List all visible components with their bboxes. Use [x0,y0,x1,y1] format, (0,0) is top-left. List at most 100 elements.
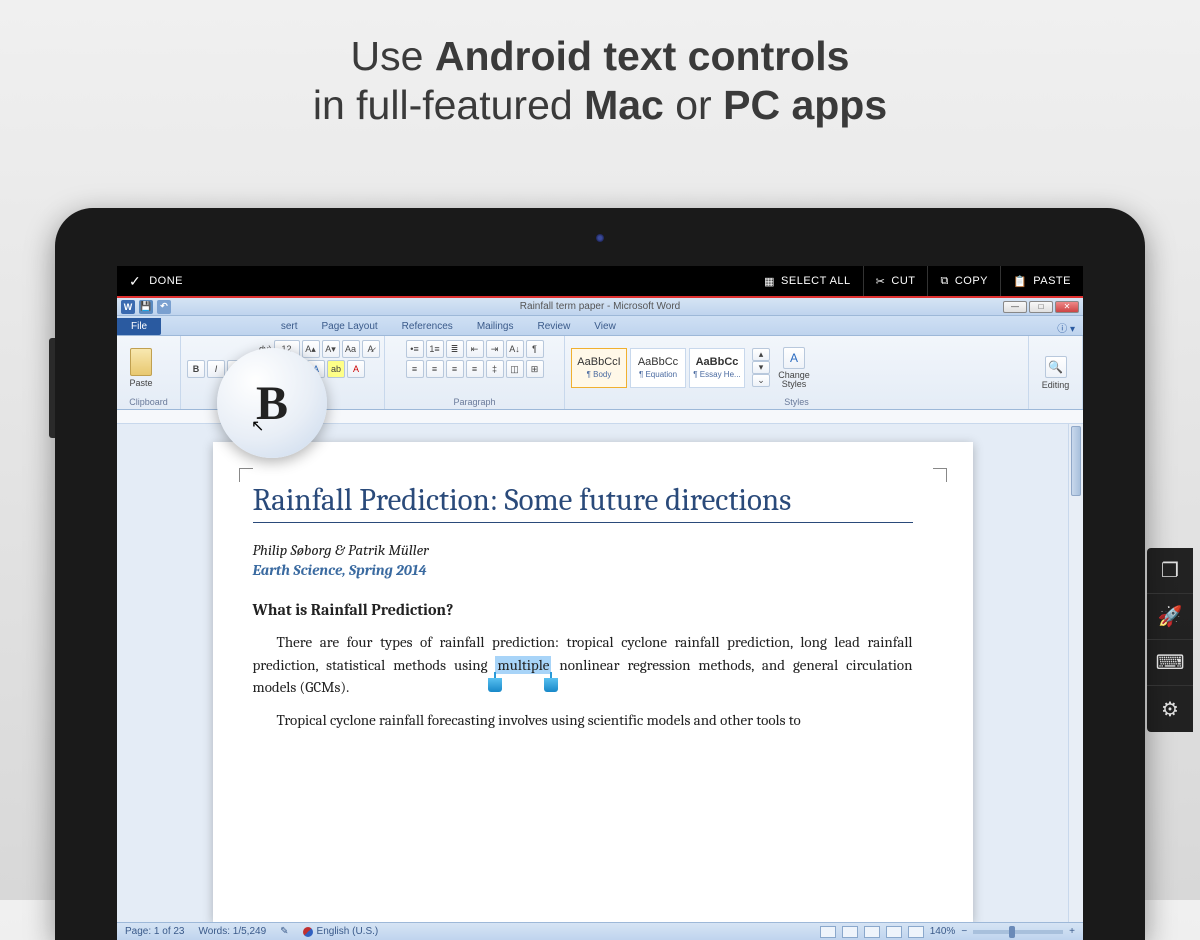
tab-file[interactable]: File [117,318,161,335]
headline-part-bold: Mac [584,82,664,128]
keyboard-icon[interactable]: ⌨ [1147,640,1193,686]
sort-button[interactable]: A↓ [506,340,524,358]
group-label-paragraph: Paragraph [391,395,558,407]
document-area: Rainfall Prediction: Some future directi… [117,424,1083,922]
scissors-icon: ✂ [876,275,886,288]
editing-dropdown[interactable]: 🔍 Editing [1035,356,1076,390]
magnifier-bubble: B ↖ [217,348,327,458]
view-full-screen-button[interactable] [842,926,858,938]
view-print-layout-button[interactable] [820,926,836,938]
justify-button[interactable]: ≡ [466,360,484,378]
change-case-button[interactable]: Aa [342,340,360,358]
selection-handle-start-icon[interactable] [486,672,504,692]
bullets-button[interactable]: •≡ [406,340,424,358]
align-right-button[interactable]: ≡ [446,360,464,378]
tab-review[interactable]: Review [526,318,583,335]
status-proofing-icon[interactable]: ✎ [280,926,288,937]
grow-font-button[interactable]: A▴ [302,340,320,358]
status-language[interactable]: English (U.S.) [303,926,379,937]
increase-indent-button[interactable]: ⇥ [486,340,504,358]
help-icon[interactable]: ⓘ ▾ [1057,320,1083,335]
decrease-indent-button[interactable]: ⇤ [466,340,484,358]
close-button[interactable]: ✕ [1055,301,1079,313]
zoom-level[interactable]: 140% [930,926,956,937]
zoom-out-button[interactable]: − [961,926,967,937]
group-label-styles: Styles [571,395,1022,407]
scrollbar-thumb[interactable] [1071,426,1081,496]
align-center-button[interactable]: ≡ [426,360,444,378]
tab-mailings[interactable]: Mailings [465,318,526,335]
align-left-button[interactable]: ≡ [406,360,424,378]
style-label: ¶ Equation [639,370,677,379]
status-words[interactable]: Words: 1/5,249 [199,926,267,937]
cut-label: CUT [891,275,915,287]
document-page[interactable]: Rainfall Prediction: Some future directi… [213,442,973,922]
save-icon[interactable]: 💾 [139,300,153,314]
view-draft-button[interactable] [908,926,924,938]
copy-button[interactable]: ⧉ COPY [928,266,1001,296]
volume-button [49,338,55,438]
doc-course: Earth Science, Spring 2014 [253,561,913,579]
group-label-clipboard: Clipboard [123,395,174,407]
text-selection[interactable]: multiple [495,656,551,674]
tab-view[interactable]: View [582,318,628,335]
done-button[interactable]: DONE [149,275,183,287]
group-clipboard: Paste Clipboard [117,336,181,409]
font-color-button[interactable]: A [347,360,365,378]
line-spacing-button[interactable]: ‡ [486,360,504,378]
group-paragraph: •≡ 1≡ ≣ ⇤ ⇥ A↓ ¶ ≡ ≡ ≡ ≡ [385,336,565,409]
paste-label: Paste [129,378,152,388]
window-controls: — □ ✕ [1003,301,1083,313]
shrink-font-button[interactable]: A▾ [322,340,340,358]
done-check-icon[interactable] [129,273,141,290]
find-icon: 🔍 [1045,356,1067,378]
ribbon-tabs: File Home Insertsert Page Layout Referen… [117,316,1083,336]
doc-paragraph: Tropical cyclone rainfall forecasting in… [253,709,913,732]
paste-button[interactable]: 📋 PASTE [1001,266,1083,296]
doc-authors: Philip Søborg & Patrik Müller [253,541,913,559]
quick-access-toolbar: W 💾 ↶ [117,300,171,314]
show-marks-button[interactable]: ¶ [526,340,544,358]
select-all-button[interactable]: ▦ SELECT ALL [752,266,864,296]
zoom-slider[interactable] [973,930,1063,934]
settings-gear-icon[interactable]: ⚙ [1147,686,1193,732]
tab-references[interactable]: References [390,318,465,335]
selection-handle-end-icon[interactable] [542,672,560,692]
shading-button[interactable]: ◫ [506,360,524,378]
tab-insert[interactable]: Insertsert [244,318,310,335]
paste-big-button[interactable]: Paste [123,341,159,395]
tab-page-layout[interactable]: Page Layout [310,318,390,335]
clear-format-button[interactable]: A̷ [362,340,380,358]
multilevel-button[interactable]: ≣ [446,340,464,358]
vertical-scrollbar[interactable] [1068,424,1083,922]
margin-mark-icon [239,468,253,482]
undo-icon[interactable]: ↶ [157,300,171,314]
italic-button[interactable]: I [207,360,225,378]
rocket-icon[interactable]: 🚀 [1147,594,1193,640]
highlight-button[interactable]: ab [327,360,345,378]
numbering-button[interactable]: 1≡ [426,340,444,358]
status-bar: Page: 1 of 23 Words: 1/5,249 ✎ English (… [117,922,1083,940]
paste-label: PASTE [1033,275,1071,287]
styles-gallery-expand[interactable]: ▴ ▾ ⌄ [752,348,770,387]
cut-button[interactable]: ✂ CUT [864,266,929,296]
copy-icon: ⧉ [940,275,948,288]
style-essay-heading[interactable]: AaBbCc ¶ Essay He... [689,348,745,388]
maximize-button[interactable]: □ [1029,301,1053,313]
borders-button[interactable]: ⊞ [526,360,544,378]
grid-icon: ▦ [764,275,775,288]
zoom-in-button[interactable]: + [1069,926,1075,937]
status-page[interactable]: Page: 1 of 23 [125,926,185,937]
style-equation[interactable]: AaBbCc ¶ Equation [630,348,686,388]
style-body[interactable]: AaBbCcI ¶ Body [571,348,627,388]
windows-overlay-button[interactable]: ❐ [1147,548,1193,594]
android-action-bar: DONE ▦ SELECT ALL ✂ CUT ⧉ COPY 📋 PASTE [117,266,1083,296]
editing-label: Editing [1042,380,1070,390]
view-outline-button[interactable] [886,926,902,938]
bold-button[interactable]: B [187,360,205,378]
view-web-layout-button[interactable] [864,926,880,938]
group-label-editing [1035,405,1076,407]
change-styles-button[interactable]: A Change Styles [773,347,815,389]
word-app-icon: W [121,300,135,314]
minimize-button[interactable]: — [1003,301,1027,313]
